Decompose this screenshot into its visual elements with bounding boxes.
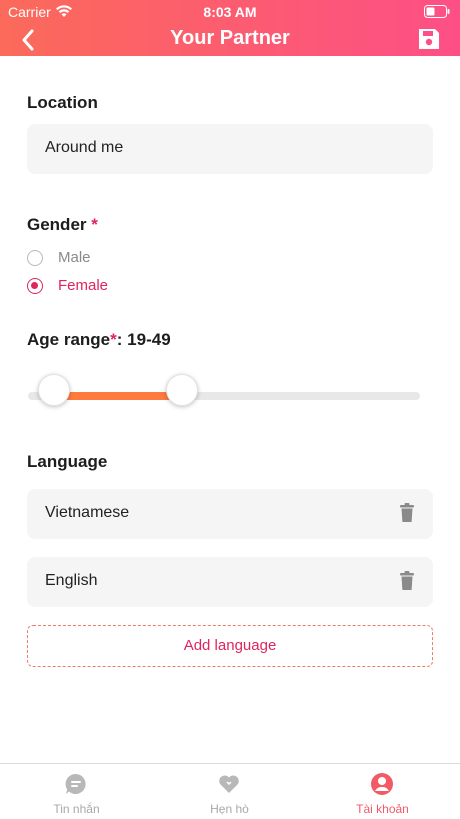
account-icon (371, 773, 393, 795)
location-value: Around me (45, 139, 124, 156)
tab-bar: Tin nhắn Hẹn hò Tài khoản (0, 763, 460, 819)
age-range-separator: : (116, 330, 123, 349)
nav-bar: Your Partner (0, 24, 460, 56)
tab-label: Hẹn hò (210, 802, 249, 816)
gender-label-text: Gender (27, 215, 87, 234)
language-item-label: Vietnamese (45, 504, 130, 521)
age-range-value: 19-49 (127, 330, 171, 349)
gender-label: Gender * (27, 215, 98, 235)
status-time: 8:03 AM (203, 4, 257, 20)
language-item-vietnamese: Vietnamese (27, 489, 433, 539)
age-range-label-text: Age range (27, 330, 111, 349)
add-language-button[interactable]: Add language (27, 625, 433, 667)
slider-min-thumb[interactable] (38, 374, 71, 406)
status-bar: Carrier 8:03 AM (0, 0, 460, 24)
battery-icon (424, 5, 450, 18)
save-icon[interactable] (416, 26, 442, 52)
language-item-english: English (27, 557, 433, 607)
radio-male-label: Male (58, 249, 91, 266)
tab-label: Tài khoản (356, 802, 409, 816)
tab-messages[interactable]: Tin nhắn (0, 764, 153, 819)
slider-selected-range (54, 392, 182, 400)
language-item-label: English (45, 572, 98, 589)
heart-icon (219, 775, 239, 793)
required-mark: * (91, 215, 98, 234)
required-mark: * (110, 330, 117, 349)
location-field[interactable]: Around me (27, 124, 433, 174)
chat-icon (65, 773, 86, 794)
trash-icon[interactable] (399, 571, 415, 591)
radio-male-circle[interactable] (27, 250, 43, 266)
tab-dating[interactable]: Hẹn hò (153, 764, 306, 819)
radio-female-circle[interactable] (27, 278, 43, 294)
location-label: Location (27, 93, 98, 112)
tab-label: Tin nhắn (53, 802, 100, 816)
radio-female-label: Female (58, 277, 109, 294)
page-title: Your Partner (170, 27, 290, 49)
age-range-label: Age range*: 19-49 (27, 330, 171, 350)
app-header: Carrier 8:03 AM Your Partner (0, 0, 460, 56)
slider-max-thumb[interactable] (165, 374, 198, 406)
trash-icon[interactable] (399, 503, 415, 523)
language-label: Language (27, 452, 108, 471)
tab-account[interactable]: Tài khoản (306, 764, 459, 819)
